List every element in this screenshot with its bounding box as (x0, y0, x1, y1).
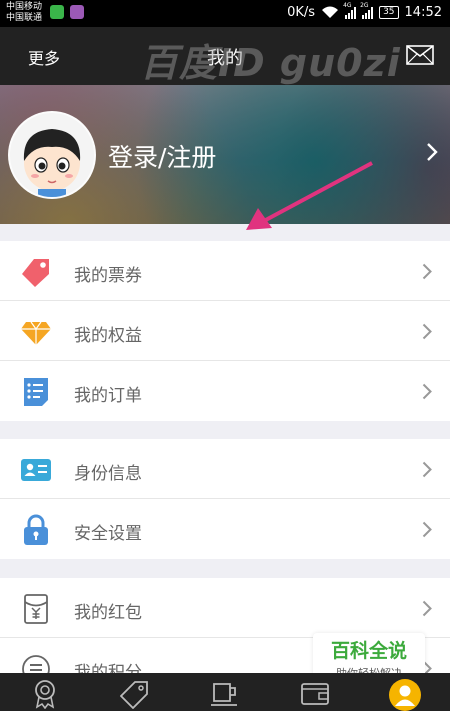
id-card-icon (21, 459, 51, 481)
page-title: 我的 (207, 48, 243, 69)
chevron-right-icon (422, 521, 432, 538)
menu-item-identity[interactable]: 身份信息 (0, 439, 450, 499)
chevron-right-icon (422, 461, 432, 478)
chevron-right-icon (422, 600, 432, 617)
status-bar: 中国移动 中国联通 0K/s 4G 2G 35 14:52 (0, 0, 450, 27)
red-envelope-icon (24, 594, 48, 624)
menu-item-label: 我的红包 (74, 603, 142, 623)
award-icon (35, 680, 55, 709)
annotation-arrow (246, 161, 373, 230)
clock: 14:52 (404, 5, 442, 20)
menu-item-tickets[interactable]: 我的票券 (0, 241, 450, 301)
menu-item-label: 身份信息 (74, 464, 142, 484)
status-indicators: 0K/s 4G 2G 35 14:52 (287, 2, 442, 21)
diamond-icon (21, 321, 51, 345)
ticket-icon (22, 259, 49, 287)
menu-item-security[interactable]: 安全设置 (0, 499, 450, 559)
title-bar: 更多 我的 百度ID gu0zi (0, 27, 450, 85)
menu-item-label: 安全设置 (74, 524, 142, 544)
menu-group-1: 我的票券 我的权益 我的订单 (0, 241, 450, 421)
tab-tags[interactable] (90, 673, 180, 711)
notification-gallery-icon (70, 5, 84, 19)
menu-item-red-envelope[interactable]: 我的红包 (0, 578, 450, 638)
menu-group-2: 身份信息 安全设置 (0, 439, 450, 559)
badge-title: 百科全说 (330, 640, 407, 662)
login-register-link[interactable]: 登录/注册 (108, 138, 216, 174)
notification-app-icon (50, 5, 64, 19)
carrier-info: 中国移动 中国联通 (6, 2, 42, 24)
signal-icon-1: 4G (343, 2, 357, 19)
chevron-right-icon (427, 143, 438, 161)
signal-icon-2: 2G (360, 2, 374, 19)
menu-item-label: 我的票券 (74, 266, 142, 286)
menu-item-orders[interactable]: 我的订单 (0, 361, 450, 421)
profile-banner[interactable]: 登录/注册 (0, 85, 450, 230)
tab-coffee[interactable] (180, 673, 270, 711)
menu-item-label: 我的订单 (74, 386, 142, 406)
bottom-tab-bar (0, 673, 450, 711)
user-icon (395, 685, 415, 706)
tab-wallet[interactable] (270, 673, 360, 711)
chevron-right-icon (422, 383, 432, 400)
order-list-icon (24, 378, 48, 406)
mail-icon[interactable] (406, 45, 434, 65)
coffee-cup-icon (211, 683, 237, 706)
cartoon-face-icon (23, 129, 81, 197)
battery-icon: 35 (379, 6, 399, 19)
avatar[interactable] (8, 111, 96, 199)
wifi-icon (322, 6, 339, 18)
menu-item-label: 我的权益 (74, 326, 142, 346)
lock-icon (24, 514, 48, 545)
carrier-1: 中国移动 (6, 2, 43, 12)
chevron-right-icon (422, 323, 432, 340)
tab-profile[interactable] (360, 673, 450, 711)
wallet-icon (301, 683, 329, 705)
chevron-right-icon (422, 263, 432, 280)
menu-item-benefits[interactable]: 我的权益 (0, 301, 450, 361)
network-speed: 0K/s (287, 5, 316, 20)
carrier-2: 中国联通 (6, 13, 43, 23)
tab-award[interactable] (0, 673, 90, 711)
tag-icon (120, 681, 148, 709)
